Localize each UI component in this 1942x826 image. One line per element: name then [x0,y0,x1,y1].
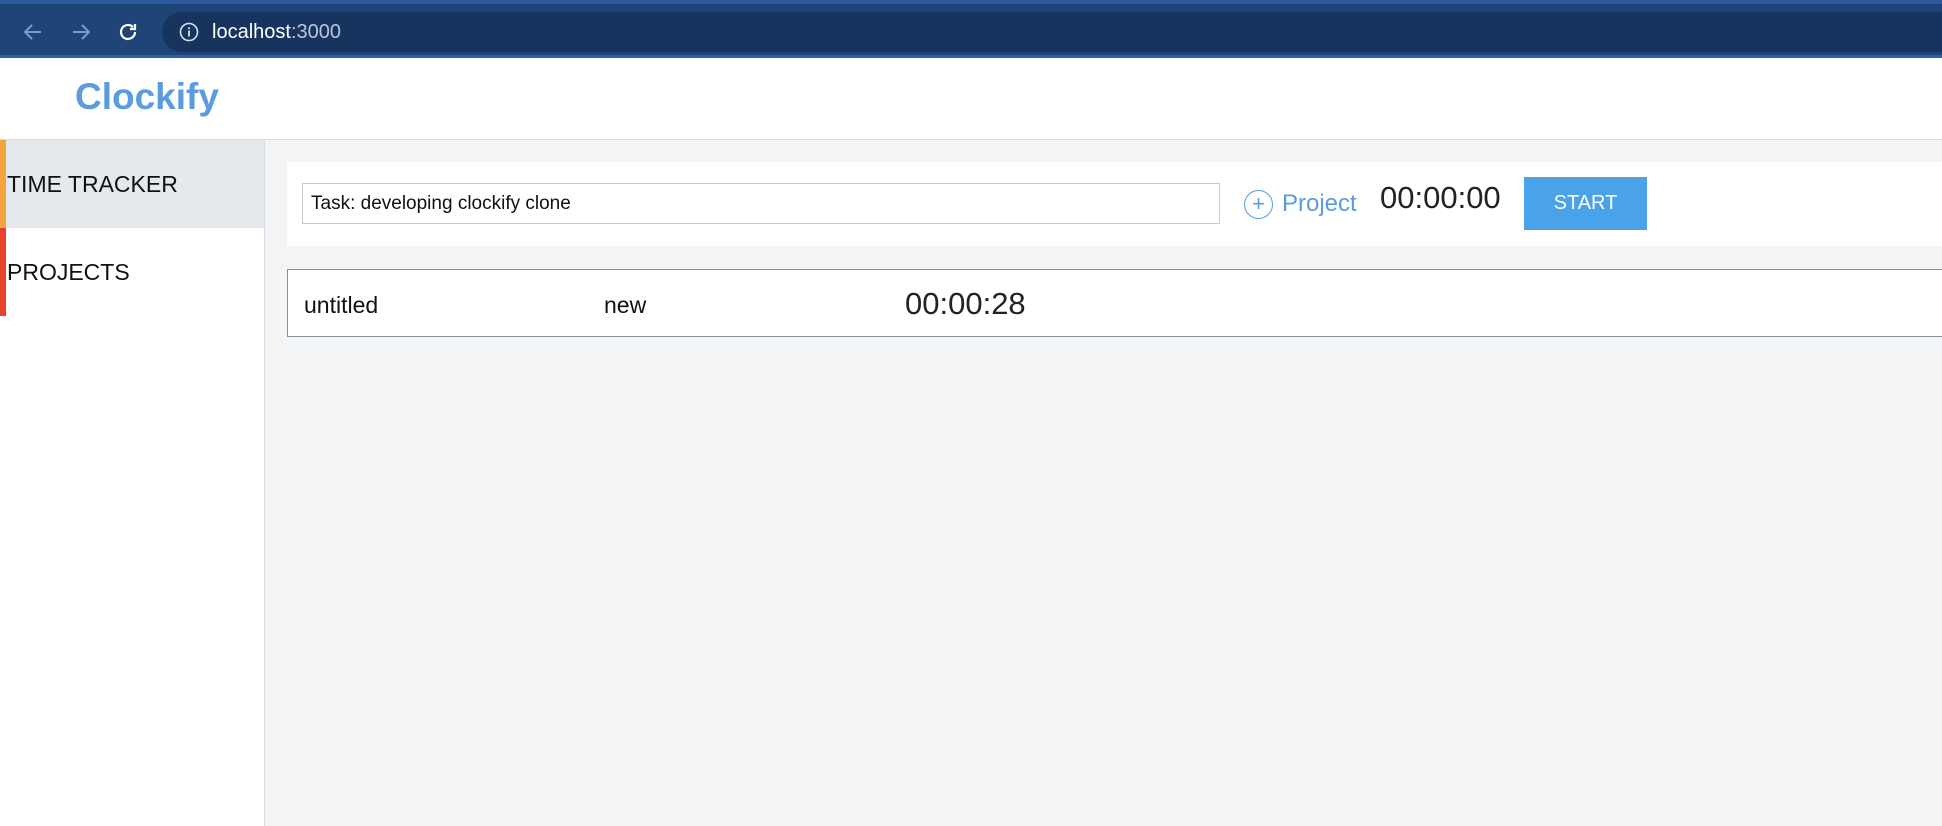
arrow-left-icon [23,24,41,40]
entry-project[interactable]: new [604,292,646,319]
sidebar-item-time-tracker[interactable]: TIME TRACKER [0,140,264,228]
back-button[interactable] [16,15,50,49]
browser-toolbar: localhost:3000 [0,0,1942,58]
address-bar[interactable]: localhost:3000 [162,12,1942,52]
url-host: localhost [212,20,291,43]
reload-icon [119,23,137,41]
app-header: Clockify [0,58,1942,140]
sidebar-item-projects[interactable]: PROJECTS [0,228,264,316]
url-port: :3000 [290,20,341,43]
url-text: localhost:3000 [212,21,341,44]
sidebar-accent-projects [0,228,6,316]
time-tracker-bar: + Project 00:00:00 START [287,162,1942,246]
sidebar-item-label: TIME TRACKER [7,170,178,197]
project-label: Project [1282,190,1357,217]
time-entry-row[interactable]: untitled new 00:00:28 [287,269,1942,337]
entry-description[interactable]: untitled [304,292,378,319]
arrow-right-icon [73,24,91,40]
plus-circle-icon: + [1244,189,1273,219]
forward-button[interactable] [64,15,98,49]
task-description-input[interactable] [302,183,1220,224]
info-icon[interactable] [178,21,200,43]
reload-button[interactable] [111,15,145,49]
start-button[interactable]: START [1524,177,1647,230]
add-project-button[interactable]: + Project [1244,188,1357,220]
timer-display: 00:00:00 [1380,180,1501,215]
app-logo[interactable]: Clockify [75,76,219,118]
sidebar-accent-time-tracker [0,140,6,228]
sidebar: TIME TRACKER PROJECTS [0,140,265,826]
sidebar-item-label: PROJECTS [7,258,130,285]
entry-duration: 00:00:28 [905,286,1026,321]
